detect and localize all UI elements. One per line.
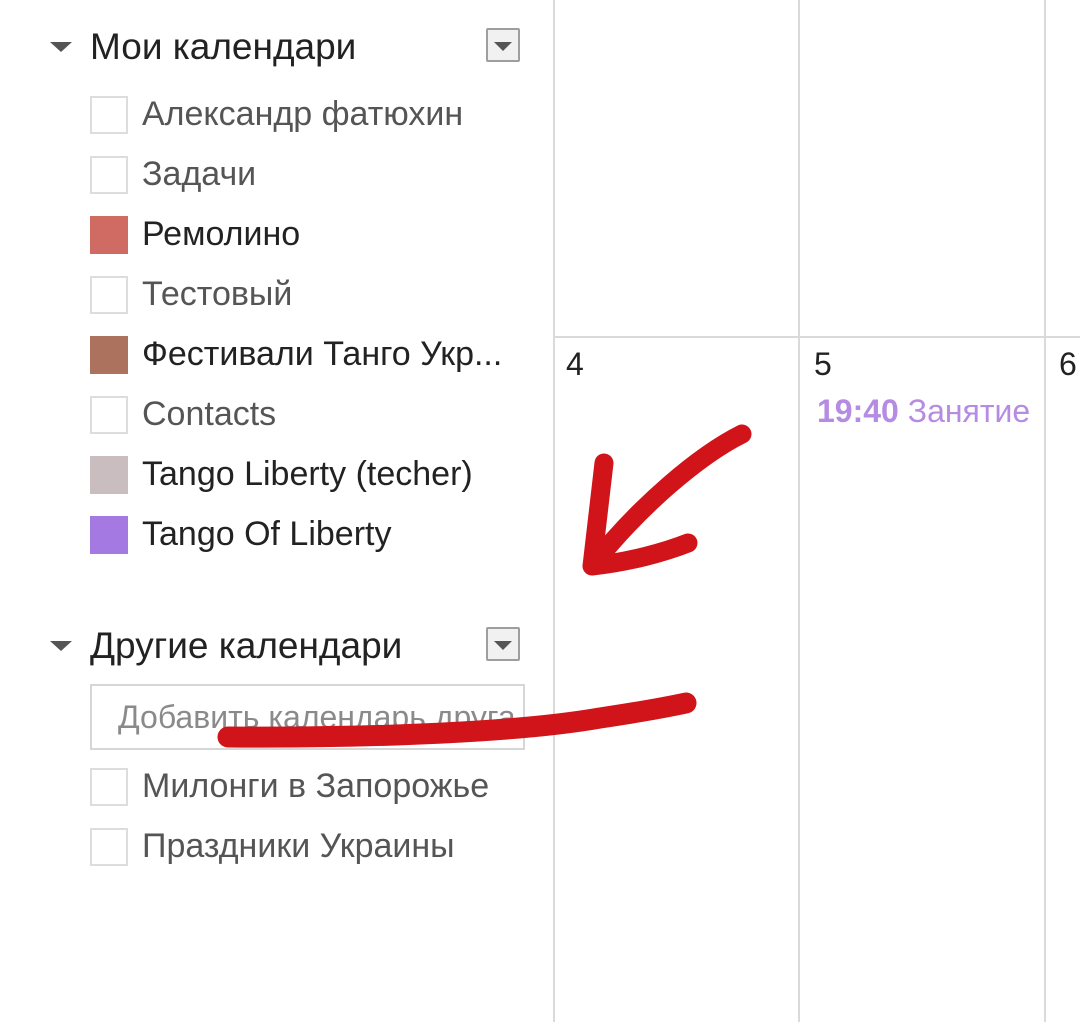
calendar-item-ukraine-holidays[interactable]: Праздники Украины [90, 822, 530, 874]
calendar-sidebar: Мои календари Александр фатюхин Задачи Р… [0, 0, 553, 1022]
collapse-arrow-icon[interactable] [50, 641, 72, 651]
month-grid: 4 5 6 19:40 Занятие [553, 0, 1080, 1022]
calendar-item-label: Праздники Украины [142, 827, 455, 865]
grid-divider [553, 0, 555, 1022]
other-calendars-title: Другие календари [90, 625, 403, 666]
calendar-item-tasks[interactable]: Задачи [90, 150, 530, 202]
calendar-item-label: Tango Of Liberty [142, 515, 392, 553]
calendar-item-remolino[interactable]: Ремолино [90, 210, 530, 262]
other-calendars-menu-button[interactable] [486, 627, 520, 661]
calendar-page: Мои календари Александр фатюхин Задачи Р… [0, 0, 1080, 1022]
my-calendars-header: Мои календари [48, 20, 528, 72]
day-number[interactable]: 5 [814, 346, 832, 383]
calendar-color-swatch[interactable] [90, 456, 128, 494]
calendar-event[interactable]: 19:40 Занятие [817, 393, 1041, 433]
day-number[interactable]: 6 [1059, 346, 1077, 383]
grid-divider [553, 336, 1080, 338]
grid-divider [1044, 0, 1046, 1022]
calendar-color-swatch[interactable] [90, 336, 128, 374]
calendar-color-swatch[interactable] [90, 216, 128, 254]
calendar-checkbox[interactable] [90, 396, 128, 434]
calendar-item-aleksandr[interactable]: Александр фатюхин [90, 90, 530, 142]
my-calendars-menu-button[interactable] [486, 28, 520, 62]
add-friend-calendar-input[interactable] [92, 686, 523, 748]
calendar-item-tango-of-liberty[interactable]: Tango Of Liberty [90, 510, 530, 562]
calendar-checkbox[interactable] [90, 828, 128, 866]
calendar-item-tango-liberty-teacher[interactable]: Tango Liberty (techer) [90, 450, 530, 502]
my-calendars-title: Мои календари [90, 26, 357, 67]
calendar-item-label: Александр фатюхин [142, 95, 464, 133]
add-calendar-field [90, 684, 525, 750]
calendar-checkbox[interactable] [90, 276, 128, 314]
calendar-item-tango-festivals[interactable]: Фестивали Танго Укр... [90, 330, 530, 382]
calendar-checkbox[interactable] [90, 96, 128, 134]
calendar-item-label: Задачи [142, 155, 257, 193]
calendar-item-label: Contacts [142, 395, 277, 433]
grid-divider [798, 0, 800, 1022]
calendar-item-label: Тестовый [142, 275, 293, 313]
dropdown-arrow-icon [494, 42, 512, 51]
day-number[interactable]: 4 [566, 346, 584, 383]
other-calendars-header: Другие календари [48, 619, 528, 671]
calendar-item-milongas[interactable]: Милонги в Запорожье [90, 762, 530, 814]
calendar-item-label: Ремолино [142, 215, 301, 253]
calendar-checkbox[interactable] [90, 768, 128, 806]
calendar-item-label: Tango Liberty (techer) [142, 455, 473, 493]
collapse-arrow-icon[interactable] [50, 42, 72, 52]
calendar-color-swatch[interactable] [90, 516, 128, 554]
calendar-item-test[interactable]: Тестовый [90, 270, 530, 322]
event-time: 19:40 [817, 393, 899, 429]
calendar-item-label: Фестивали Танго Укр... [142, 335, 503, 373]
dropdown-arrow-icon [494, 641, 512, 650]
event-title: Занятие [907, 393, 1031, 429]
calendar-item-contacts[interactable]: Contacts [90, 390, 530, 442]
calendar-checkbox[interactable] [90, 156, 128, 194]
calendar-item-label: Милонги в Запорожье [142, 767, 490, 805]
